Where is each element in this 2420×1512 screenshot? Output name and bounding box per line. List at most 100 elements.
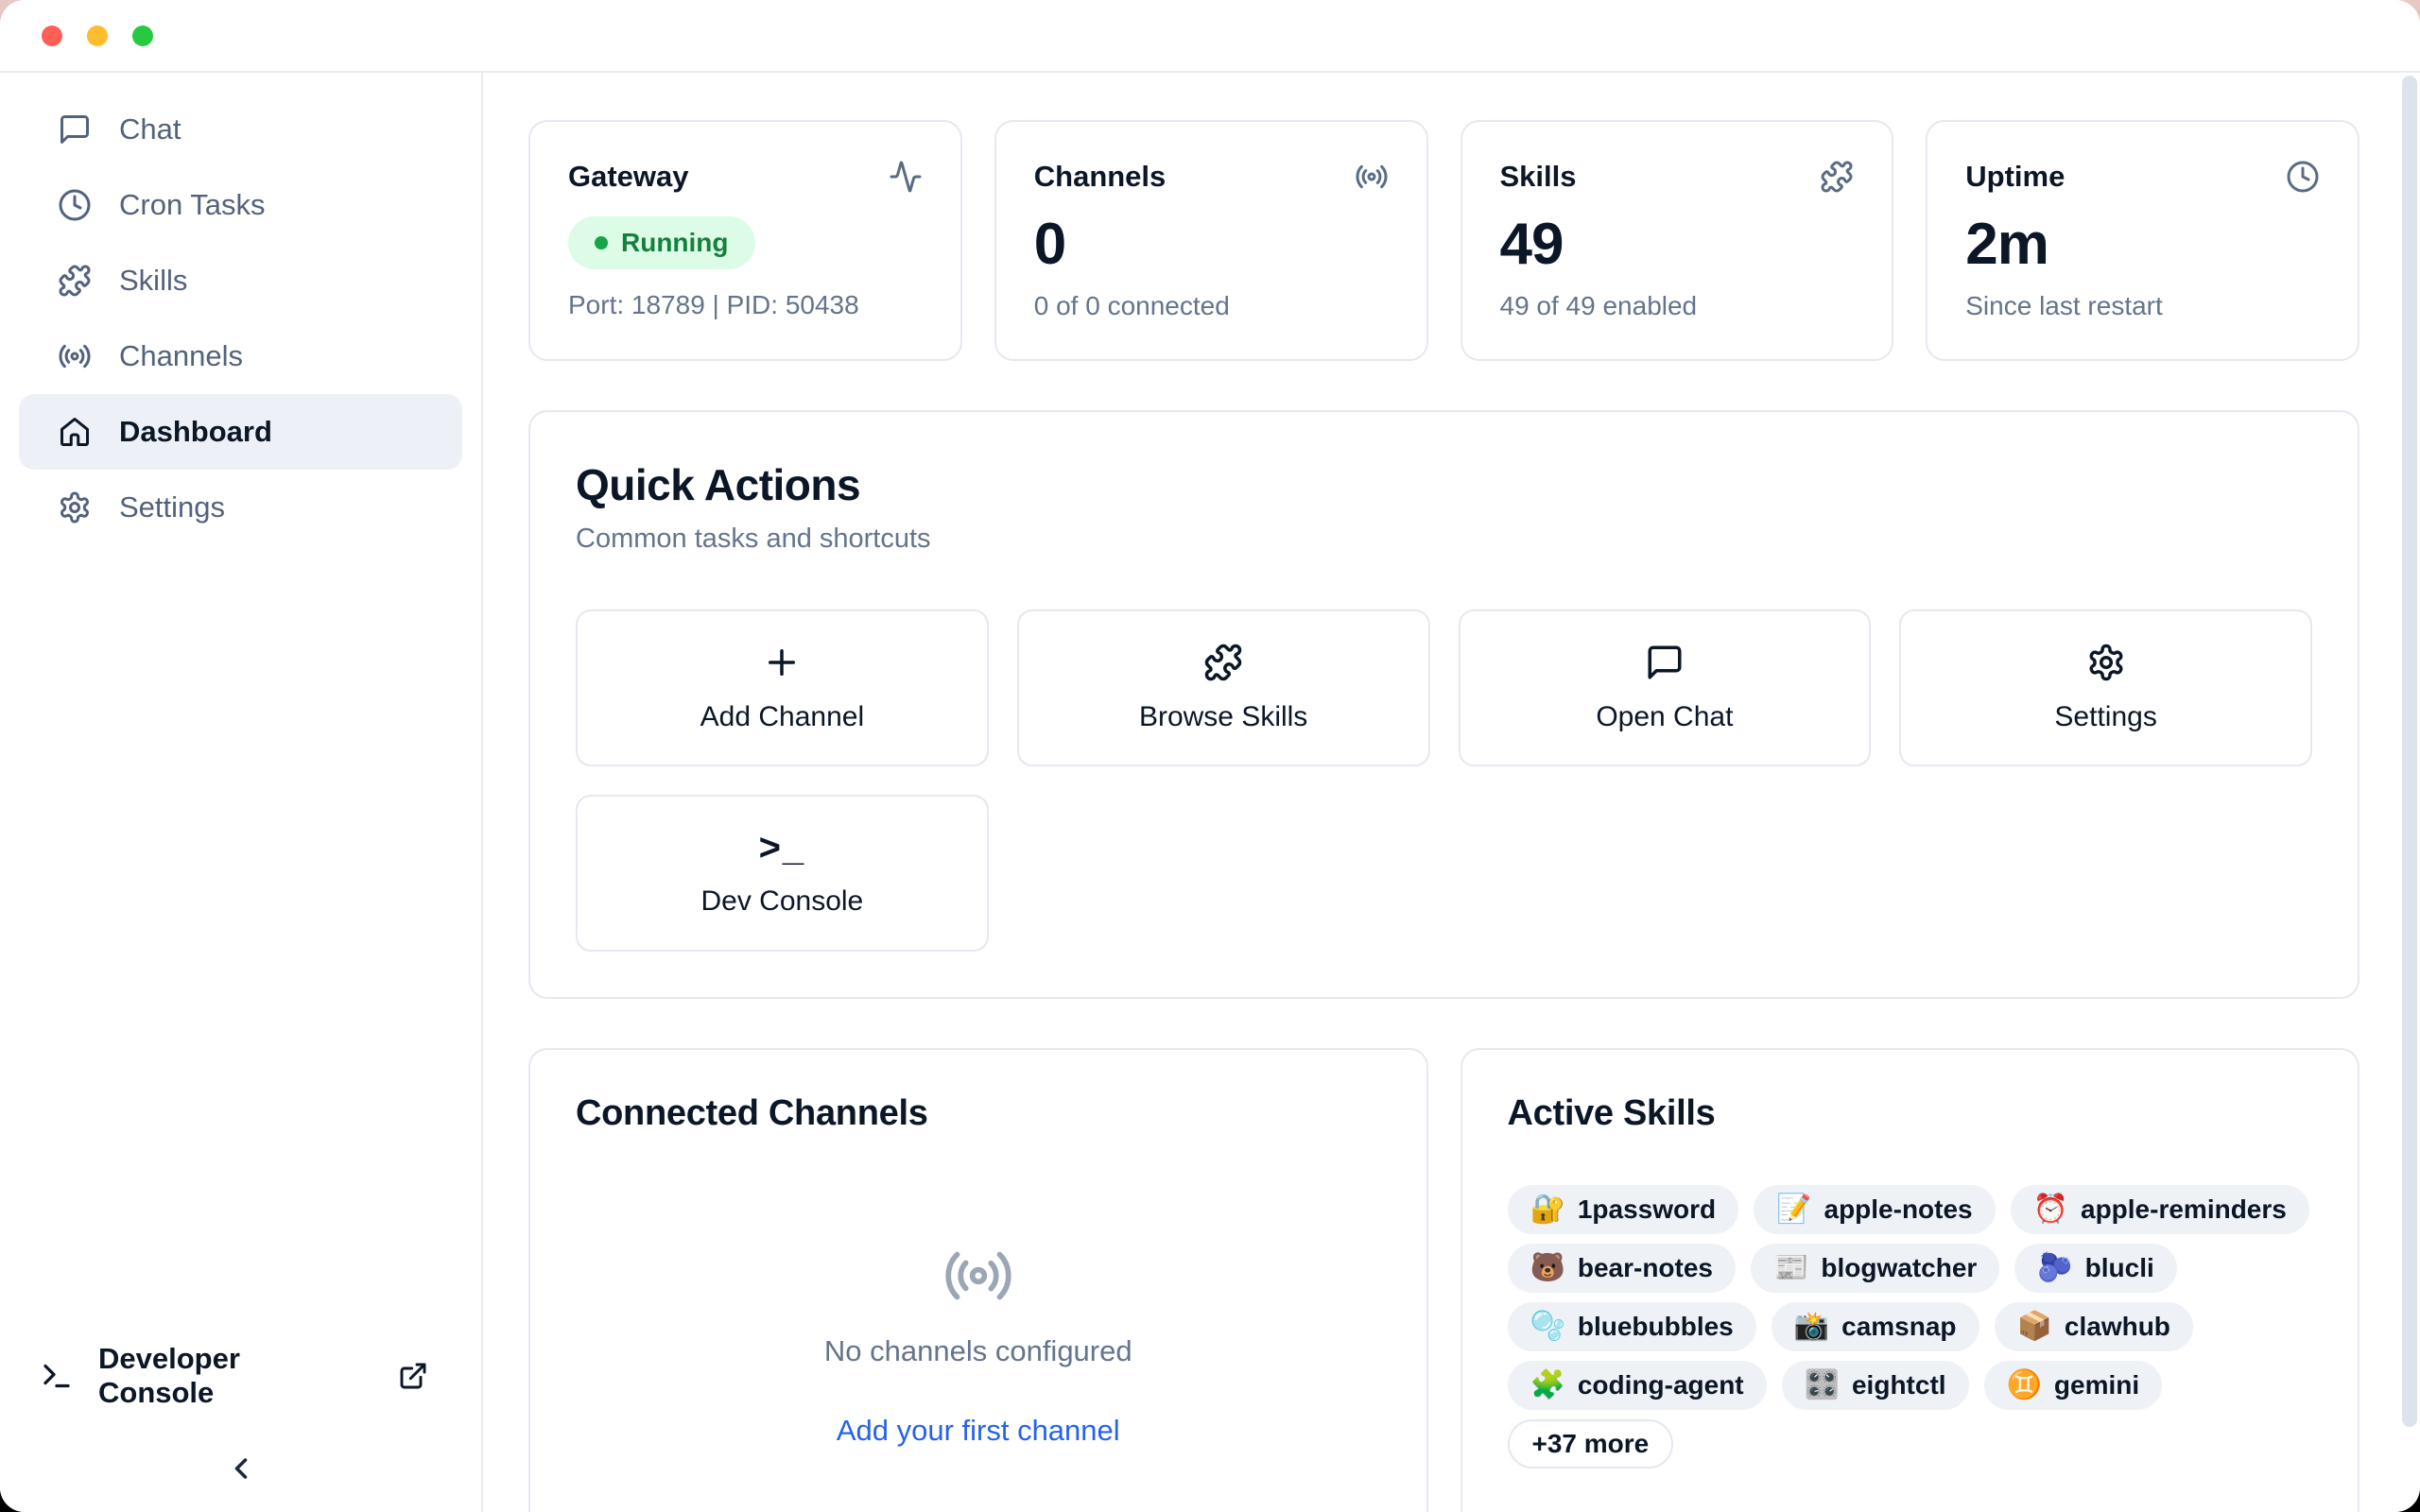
sidebar-item-label: Skills [119,264,187,298]
plus-icon [762,643,802,682]
browse-skills-button[interactable]: Browse Skills [1017,610,1430,766]
skill-name: 1password [1578,1194,1716,1225]
open-chat-label: Open Chat [1596,701,1733,733]
more-skills-button[interactable]: +37 more [1508,1419,1674,1469]
minimize-window-button[interactable] [87,26,108,46]
gear-icon [57,490,93,525]
radio-icon [942,1240,1014,1312]
skill-name: blucli [2085,1253,2154,1283]
skill-name: gemini [2054,1370,2139,1400]
skill-name: apple-notes [1824,1194,1973,1225]
add-first-channel-link[interactable]: Add your first channel [837,1414,1120,1448]
sidebar-item-skills[interactable]: Skills [19,243,462,318]
sidebar-item-chat[interactable]: Chat [19,92,462,167]
sidebar-item-dashboard[interactable]: Dashboard [19,394,462,470]
skill-badge-1password: 🔐 1password [1508,1185,1739,1234]
puzzle-icon [57,263,93,299]
clock-icon [57,187,93,223]
developer-console-button[interactable]: Developer Console [0,1346,481,1406]
radio-icon [57,338,93,374]
skill-badge-clawhub: 📦 clawhub [1995,1302,2193,1351]
home-icon [57,414,93,450]
terminal-icon: >_ [759,829,806,867]
skill-name: camsnap [1841,1312,1956,1342]
sidebar-collapse-button[interactable] [0,1452,481,1486]
chat-icon [57,112,93,147]
skill-badge-apple-reminders: ⏰apple-reminders [2011,1185,2309,1234]
dev-console-label: Dev Console [700,885,863,918]
lock-emoji: 🔐 [1530,1195,1565,1224]
camera-emoji: 📸 [1794,1313,1829,1341]
activity-icon [889,160,923,194]
radio-icon [1355,160,1389,194]
gateway-detail: Port: 18789 | PID: 50438 [568,290,923,320]
sidebar-item-cron-tasks[interactable]: Cron Tasks [19,167,462,243]
quick-actions-subtitle: Common tasks and shortcuts [576,524,2312,555]
skill-badge-blucli: 🫐blucli [2014,1244,2176,1293]
add-channel-button[interactable]: Add Channel [576,610,989,766]
bottom-grid: Connected Channels No channels configure… [528,1048,2360,1512]
dev-console-button[interactable]: >_ Dev Console [576,795,989,952]
gateway-status-badge: Running [568,216,755,269]
skills-card-title: Skills [1500,160,1577,194]
settings-button[interactable]: Settings [1899,610,2312,766]
close-window-button[interactable] [42,26,62,46]
skills-stat-card: Skills 49 49 of 49 enabled [1461,120,1894,361]
sidebar-item-settings[interactable]: Settings [19,470,462,545]
skill-name: eightctl [1852,1370,1946,1400]
sidebar-item-label: Channels [119,339,243,373]
uptime-value: 2m [1965,211,2320,278]
skill-badge-bluebubbles: 🫧bluebubbles [1508,1302,1756,1351]
puzzle-icon [1203,643,1243,682]
status-dot [595,236,608,249]
clock-icon [2286,160,2320,194]
newspaper-emoji: 📰 [1773,1254,1808,1282]
scrollbar-thumb[interactable] [2402,76,2417,1427]
skills-detail: 49 of 49 enabled [1500,291,1855,321]
maximize-window-button[interactable] [132,26,153,46]
sidebar-item-label: Settings [119,490,225,524]
active-skills-card: Active Skills 🔐 1password 📝 apple-notes ⏰a… [1461,1048,2360,1512]
gateway-stat-card: Gateway Running Port: 18789 | PID: 50438 [528,120,962,361]
control-knobs-emoji: 🎛️ [1805,1371,1840,1400]
sidebar: Chat Cron Tasks Skills [0,73,483,1512]
channels-empty-state: No channels configured Add your first ch… [576,1240,1381,1448]
skill-badge-coding-agent: 🧩 coding-agent [1508,1361,1767,1410]
app-window: Chat Cron Tasks Skills [0,0,2420,1512]
dashboard-main: Gateway Running Port: 18789 | PID: 50438 [483,73,2420,1512]
window-titlebar [0,0,2420,73]
skill-badges: 🔐 1password 📝 apple-notes ⏰apple-reminders… [1508,1185,2313,1469]
gear-icon [2086,643,2126,682]
package-emoji: 📦 [2017,1313,2052,1341]
skill-name: bear-notes [1578,1253,1713,1283]
window-body: Chat Cron Tasks Skills [0,73,2420,1512]
skill-badge-gemini: ♊ gemini [1984,1361,2163,1410]
skill-name: blogwatcher [1821,1253,1977,1283]
sidebar-item-channels[interactable]: Channels [19,318,462,394]
skill-name: coding-agent [1578,1370,1744,1400]
skill-badge-camsnap: 📸 camsnap [1772,1302,1979,1351]
uptime-detail: Since last restart [1965,291,2320,321]
channels-stat-card: Channels 0 0 of 0 connected [994,120,1428,361]
skill-badge-bear-notes: 🐻bear-notes [1508,1244,1737,1293]
skill-badge-apple-notes: 📝 apple-notes [1754,1185,1996,1234]
memo-emoji: 📝 [1776,1195,1811,1224]
channels-count-value: 0 [1034,211,1389,278]
gemini-emoji: ♊ [2007,1371,2042,1400]
chevron-left-icon [224,1452,258,1486]
skill-badge-eightctl: 🎛️ eightctl [1782,1361,1969,1410]
active-skills-title: Active Skills [1508,1093,2313,1134]
quick-actions-grid: Add Channel Browse Skills Open Chat [576,610,2312,952]
skill-name: bluebubbles [1578,1312,1734,1342]
sidebar-footer: Developer Console [0,1346,481,1486]
gateway-card-title: Gateway [568,160,689,194]
quick-actions-panel: Quick Actions Common tasks and shortcuts… [528,410,2360,999]
connected-channels-card: Connected Channels No channels configure… [528,1048,1428,1512]
sidebar-item-label: Chat [119,112,181,146]
no-channels-text: No channels configured [824,1334,1132,1368]
puzzle-emoji: 🧩 [1530,1371,1565,1400]
uptime-stat-card: Uptime 2m Since last restart [1926,120,2360,361]
open-chat-button[interactable]: Open Chat [1459,610,1872,766]
uptime-card-title: Uptime [1965,160,2065,194]
skill-name: clawhub [2065,1312,2170,1342]
